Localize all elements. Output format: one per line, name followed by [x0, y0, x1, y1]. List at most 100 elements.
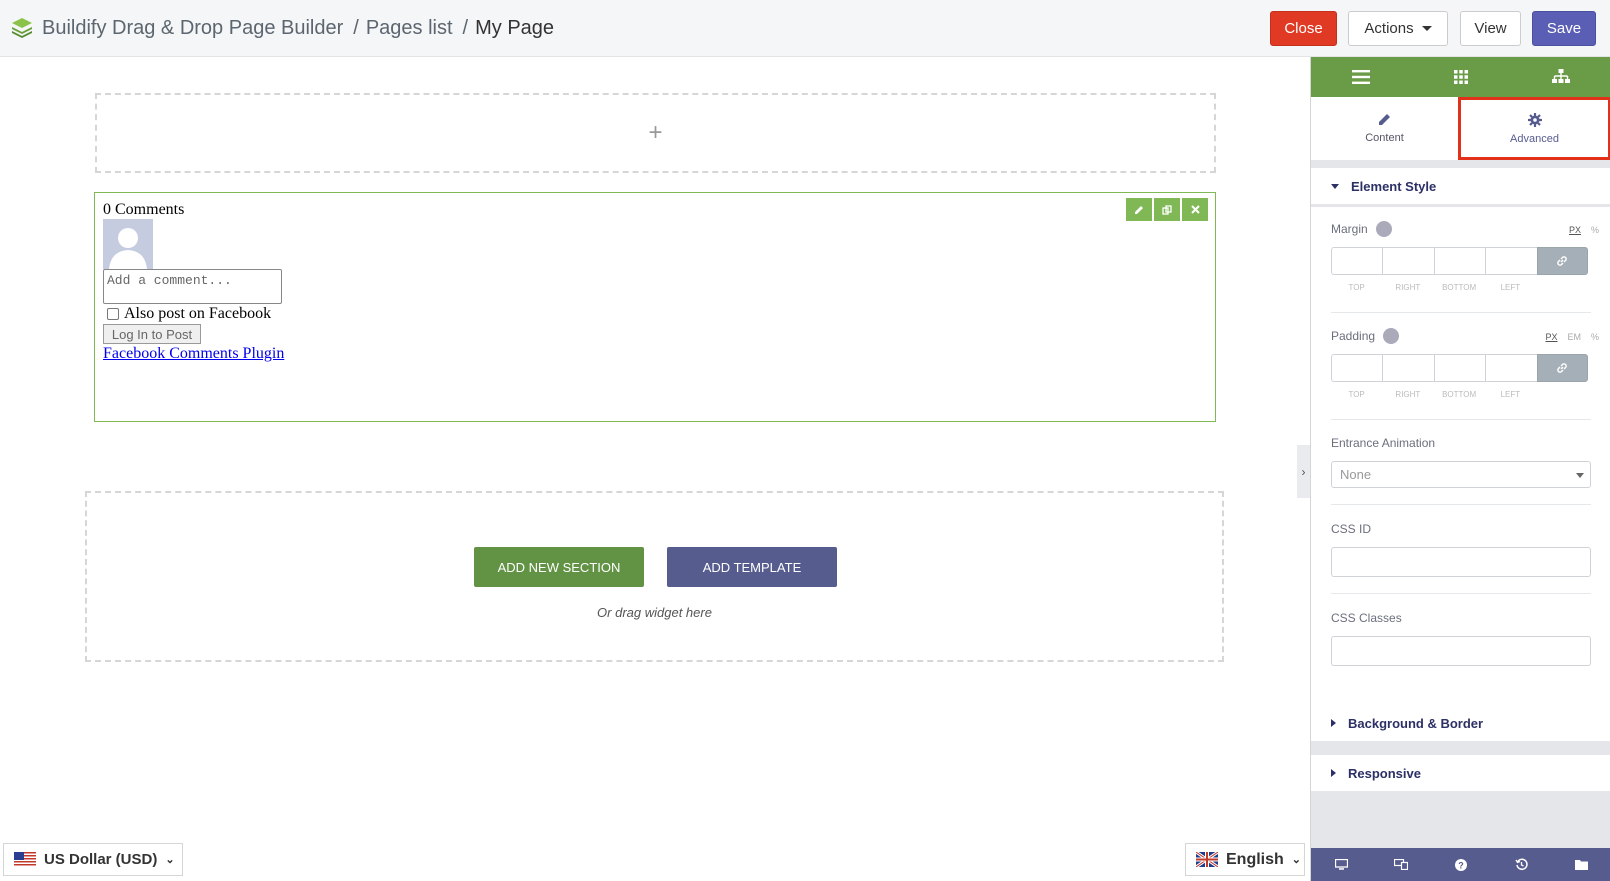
- unit-px[interactable]: PX: [1545, 332, 1557, 342]
- breadcrumb: Buildify Drag & Drop Page Builder / Page…: [42, 14, 554, 42]
- margin-right-input[interactable]: [1382, 247, 1434, 275]
- caret-right-icon: [1331, 719, 1336, 727]
- drop-zone[interactable]: ADD NEW SECTION ADD TEMPLATE Or drag wid…: [85, 491, 1224, 662]
- collapse-panel-toggle[interactable]: ›: [1297, 445, 1310, 498]
- top-bar: Buildify Drag & Drop Page Builder / Page…: [0, 0, 1610, 57]
- language-selector[interactable]: English ⌄: [1185, 843, 1305, 876]
- entrance-animation-label: Entrance Animation: [1331, 436, 1436, 450]
- save-button[interactable]: Save: [1532, 11, 1596, 46]
- unit-px[interactable]: PX: [1569, 225, 1581, 235]
- chevron-down-icon: ⌄: [1291, 854, 1301, 866]
- us-flag-icon: [14, 852, 36, 867]
- actions-button-label: Actions: [1364, 20, 1414, 37]
- link-values-button[interactable]: [1536, 354, 1588, 382]
- comment-textarea[interactable]: Add a comment...: [103, 269, 282, 304]
- unit-percent[interactable]: %: [1591, 225, 1599, 235]
- margin-label-row: Margin: [1331, 221, 1392, 238]
- add-section-placeholder[interactable]: +: [95, 93, 1216, 173]
- desktop-view-button[interactable]: [1311, 848, 1371, 881]
- responsive-section-toggle[interactable]: Responsive: [1311, 755, 1610, 791]
- padding-left-input[interactable]: [1485, 354, 1537, 382]
- pencil-icon: [1379, 114, 1390, 125]
- currency-label: US Dollar (USD): [44, 851, 158, 868]
- plus-icon[interactable]: +: [648, 119, 662, 147]
- css-id-input[interactable]: [1331, 547, 1591, 577]
- folder-button[interactable]: [1551, 848, 1610, 881]
- tab-content-label: Content: [1365, 132, 1404, 144]
- link-icon: [1557, 256, 1568, 266]
- editor-panel: Content Advanced Element Style Margin PX…: [1310, 57, 1610, 881]
- duplicate-widget-button[interactable]: [1154, 198, 1180, 221]
- save-button-label: Save: [1546, 20, 1582, 37]
- add-new-section-button[interactable]: ADD NEW SECTION: [474, 547, 644, 587]
- avatar: [103, 219, 153, 269]
- close-button[interactable]: Close: [1270, 11, 1337, 46]
- facebook-comments-plugin-link[interactable]: Facebook Comments Plugin: [103, 345, 284, 363]
- breadcrumb-separator: /: [462, 17, 469, 39]
- divider: [1331, 419, 1591, 420]
- breadcrumb-app-title[interactable]: Buildify Drag & Drop Page Builder: [42, 14, 343, 42]
- responsive-device-icon[interactable]: [1383, 328, 1400, 344]
- history-button[interactable]: [1491, 848, 1551, 881]
- chevron-right-icon: ›: [1301, 464, 1306, 479]
- currency-selector[interactable]: US Dollar (USD) ⌄: [3, 843, 183, 876]
- edit-widget-button[interactable]: [1126, 198, 1152, 221]
- entrance-animation-value: None: [1340, 467, 1372, 482]
- delete-widget-button[interactable]: [1182, 198, 1208, 221]
- add-template-button[interactable]: ADD TEMPLATE: [667, 547, 837, 587]
- padding-bottom-input[interactable]: [1433, 354, 1486, 382]
- breadcrumb-pages-list[interactable]: Pages list: [366, 14, 453, 42]
- background-border-section-toggle[interactable]: Background & Border: [1311, 705, 1610, 741]
- comments-count: 0 Comments: [103, 201, 185, 218]
- margin-inputs: [1331, 247, 1588, 275]
- responsive-mode-button[interactable]: [1371, 848, 1431, 881]
- responsive-icon: [1394, 859, 1408, 870]
- padding-dimension-labels: TOP RIGHT BOTTOM LEFT: [1331, 390, 1536, 399]
- margin-top-input[interactable]: [1331, 247, 1383, 275]
- breadcrumb-separator: /: [353, 17, 359, 39]
- divider: [1331, 593, 1591, 594]
- language-label: English: [1226, 850, 1284, 868]
- divider: [1331, 504, 1591, 505]
- breadcrumb-current-page: My Page: [475, 17, 555, 39]
- dim-label-top: TOP: [1348, 390, 1365, 399]
- tab-advanced[interactable]: Advanced: [1458, 97, 1610, 160]
- dim-label-left: LEFT: [1500, 390, 1521, 399]
- padding-top-input[interactable]: [1331, 354, 1383, 382]
- css-classes-input[interactable]: [1331, 636, 1591, 666]
- desktop-icon: [1334, 859, 1348, 870]
- close-button-label: Close: [1284, 20, 1323, 37]
- link-icon: [1557, 363, 1568, 373]
- element-style-section-toggle[interactable]: Element Style: [1311, 168, 1610, 204]
- login-to-post-button[interactable]: Log In to Post: [103, 324, 201, 344]
- navigator-button[interactable]: [1511, 57, 1610, 97]
- dim-label-right: RIGHT: [1395, 390, 1421, 399]
- hamburger-menu-icon: [1352, 70, 1370, 84]
- folder-icon: [1574, 860, 1588, 870]
- facebook-comments-widget[interactable]: 0 Comments Add a comment... Also post on…: [94, 192, 1216, 422]
- entrance-animation-select[interactable]: None: [1331, 461, 1591, 488]
- widgets-grid-button[interactable]: [1411, 57, 1511, 97]
- padding-units: PX EM %: [1545, 332, 1599, 342]
- view-button[interactable]: View: [1460, 11, 1521, 46]
- tab-content[interactable]: Content: [1311, 97, 1458, 160]
- margin-left-input[interactable]: [1485, 247, 1537, 275]
- element-style-heading: Element Style: [1351, 178, 1437, 194]
- actions-dropdown-button[interactable]: Actions: [1348, 11, 1448, 46]
- padding-right-input[interactable]: [1382, 354, 1434, 382]
- margin-bottom-input[interactable]: [1433, 247, 1486, 275]
- also-post-checkbox[interactable]: [107, 308, 119, 320]
- caret-down-icon: [1576, 473, 1584, 478]
- padding-label-row: Padding: [1331, 328, 1400, 345]
- unit-percent[interactable]: %: [1591, 332, 1599, 342]
- view-button-label: View: [1474, 20, 1507, 37]
- responsive-device-icon[interactable]: [1375, 221, 1392, 237]
- panel-header: [1311, 57, 1610, 97]
- pencil-icon: [1135, 205, 1143, 214]
- menu-button[interactable]: [1311, 57, 1411, 97]
- link-values-button[interactable]: [1536, 247, 1588, 275]
- grid-icon: [1454, 70, 1468, 84]
- unit-em[interactable]: EM: [1567, 332, 1581, 342]
- help-button[interactable]: ?: [1431, 848, 1491, 881]
- margin-dimension-labels: TOP RIGHT BOTTOM LEFT: [1331, 283, 1536, 292]
